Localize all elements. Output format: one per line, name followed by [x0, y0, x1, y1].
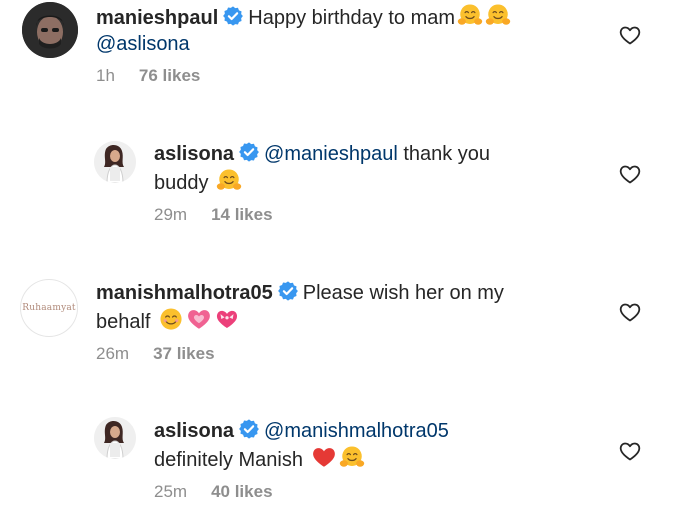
verified-badge-icon: [238, 141, 260, 163]
hugging-face-emoji: [339, 444, 365, 470]
avatar[interactable]: Ruhaamyat: [20, 279, 78, 337]
avatar-logo-text: Ruhaamyat: [20, 279, 78, 337]
username[interactable]: manieshpaul: [96, 7, 218, 29]
comment-body: aslisona @manishmalhotra05 definitely Man…: [154, 418, 594, 473]
avatar[interactable]: [94, 141, 136, 183]
comment-text: thank you: [403, 143, 491, 165]
heart-outline-icon[interactable]: [618, 162, 642, 186]
likes-count[interactable]: 40 likes: [211, 482, 272, 501]
heart-with-ribbon-emoji: [214, 306, 240, 332]
heart-outline-icon[interactable]: [618, 439, 642, 463]
username[interactable]: aslisona: [154, 143, 234, 165]
mention-link[interactable]: @manieshpaul: [264, 143, 398, 165]
verified-badge-icon: [277, 280, 299, 302]
heart-outline-icon[interactable]: [618, 23, 642, 47]
hugging-face-emoji: [457, 2, 483, 28]
hugging-face-emoji: [485, 2, 511, 28]
timestamp: 1h: [96, 66, 115, 85]
smiling-face-emoji: [158, 306, 184, 332]
comment-body: manieshpaul Happy birthday to mam @asliso…: [96, 2, 596, 57]
mention-link[interactable]: @manishmalhotra05: [264, 420, 449, 442]
avatar-photo: [94, 141, 136, 183]
avatar[interactable]: [22, 2, 78, 58]
timestamp: 26m: [96, 344, 130, 363]
timestamp: 29m: [154, 205, 188, 224]
comment-text-continued: buddy: [154, 172, 209, 194]
verified-badge-icon: [238, 418, 260, 440]
comment-body: manishmalhotra05 Please wish her on my be…: [96, 280, 596, 335]
comment-meta: 29m 14 likes: [154, 205, 273, 225]
likes-count[interactable]: 76 likes: [139, 66, 200, 85]
comment-text-continued: behalf: [96, 311, 151, 333]
comment-meta: 25m 40 likes: [154, 482, 273, 502]
avatar-photo: [22, 2, 78, 58]
comment-meta: 26m 37 likes: [96, 344, 215, 364]
comment-text: Happy birthday to mam: [248, 7, 456, 29]
mention-link[interactable]: @aslisona: [96, 33, 190, 55]
comment-body: aslisona @manieshpaul thank you buddy: [154, 141, 594, 196]
username[interactable]: aslisona: [154, 420, 234, 442]
comment-text: definitely Manish: [154, 449, 303, 471]
likes-count[interactable]: 14 likes: [211, 205, 272, 224]
comment-text: Please wish her on my: [302, 282, 504, 304]
hugging-face-emoji: [216, 167, 242, 193]
verified-badge-icon: [222, 5, 244, 27]
growing-heart-emoji: [186, 306, 212, 332]
likes-count[interactable]: 37 likes: [153, 344, 214, 363]
avatar-photo: [94, 417, 136, 459]
avatar[interactable]: [94, 417, 136, 459]
red-heart-emoji: [311, 444, 337, 470]
heart-outline-icon[interactable]: [618, 300, 642, 324]
username[interactable]: manishmalhotra05: [96, 282, 273, 304]
comment-meta: 1h 76 likes: [96, 66, 200, 86]
timestamp: 25m: [154, 482, 188, 501]
